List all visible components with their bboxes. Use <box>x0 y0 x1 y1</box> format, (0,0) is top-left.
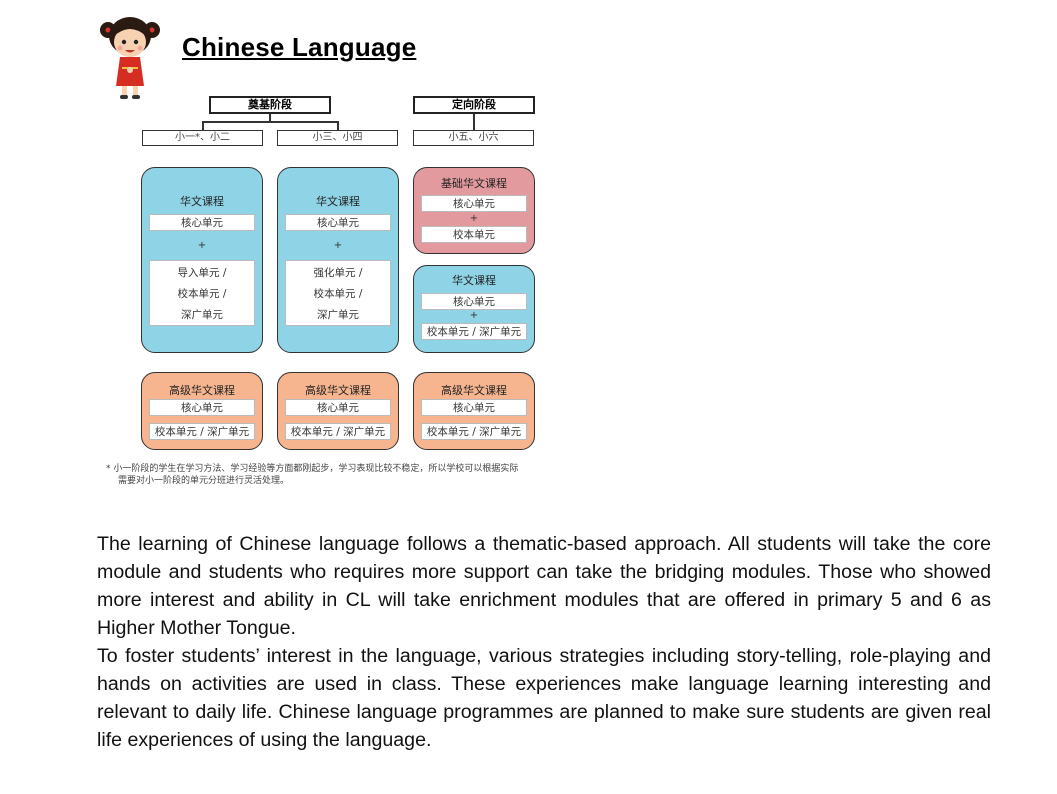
stage-orientation-header: 定向阶段 <box>413 96 535 114</box>
elective-modules-box: 导入单元 / 校本单元 / 深广单元 <box>149 260 255 326</box>
connector-line <box>473 114 475 130</box>
module-option: 深广单元 <box>317 309 359 321</box>
core-module-box: 核心单元 <box>285 214 391 231</box>
core-module-box: 核心单元 <box>421 399 527 416</box>
card-title: 基础华文课程 <box>441 177 507 190</box>
level-p3-p4: 小三、小四 <box>277 130 398 146</box>
card-title: 华文课程 <box>316 195 360 208</box>
connector-line <box>202 121 204 130</box>
paragraph: To foster students’ interest in the lang… <box>97 645 991 751</box>
card-title: 高级华文课程 <box>441 384 507 397</box>
core-module-box: 核心单元 <box>421 293 527 310</box>
core-module-box: 核心单元 <box>285 399 391 416</box>
core-module-box: 核心单元 <box>149 399 255 416</box>
plus-sign: + <box>469 310 479 321</box>
diagram-footnote: * 小一阶段的学生在学习方法、学习经验等方面都刚起步，学习表现比较不稳定，所以学… <box>106 463 518 487</box>
body-text: The learning of Chinese language follows… <box>97 530 991 754</box>
plus-sign: + <box>197 240 207 251</box>
school-depth-module-box: 校本单元 / 深广单元 <box>421 423 527 440</box>
plus-sign: + <box>469 213 479 224</box>
page-title: Chinese Language <box>182 32 417 62</box>
module-option: 校本单元 / <box>313 288 363 300</box>
card-title: 华文课程 <box>452 274 496 287</box>
level-p1-p2: 小一*、小二 <box>142 130 263 146</box>
module-option: 校本单元 / <box>177 288 227 300</box>
core-module-box: 核心单元 <box>421 195 527 212</box>
footnote-line: * 小一阶段的学生在学习方法、学习经验等方面都刚起步，学习表现比较不稳定，所以学… <box>106 464 519 474</box>
col1-chinese-course-card: 华文课程 核心单元 + 导入单元 / 校本单元 / 深广单元 <box>141 167 263 353</box>
connector-line <box>202 121 338 123</box>
module-option: 深广单元 <box>181 309 223 321</box>
school-depth-module-box: 校本单元 / 深广单元 <box>149 423 255 440</box>
col1-higher-chinese-card: 高级华文课程 核心单元 校本单元 / 深广单元 <box>141 372 263 450</box>
stage-foundation-header: 奠基阶段 <box>209 96 331 114</box>
chinese-girl-mascot-icon <box>100 17 160 99</box>
paragraph: The learning of Chinese language follows… <box>97 533 991 639</box>
col3-foundation-course-card: 基础华文课程 核心单元 + 校本单元 <box>413 167 535 254</box>
connector-line <box>337 121 339 130</box>
col3-chinese-course-card: 华文课程 核心单元 + 校本单元 / 深广单元 <box>413 265 535 353</box>
module-option: 导入单元 / <box>177 267 227 279</box>
elective-modules-box: 强化单元 / 校本单元 / 深广单元 <box>285 260 391 326</box>
card-title: 高级华文课程 <box>305 384 371 397</box>
footnote-line: 需要对小一阶段的单元分班进行灵活处理。 <box>118 476 290 486</box>
level-p5-p6: 小五、小六 <box>413 130 534 146</box>
card-title: 高级华文课程 <box>169 384 235 397</box>
card-title: 华文课程 <box>180 195 224 208</box>
col2-chinese-course-card: 华文课程 核心单元 + 强化单元 / 校本单元 / 深广单元 <box>277 167 399 353</box>
col3-higher-chinese-card: 高级华文课程 核心单元 校本单元 / 深广单元 <box>413 372 535 450</box>
school-depth-module-box: 校本单元 / 深广单元 <box>285 423 391 440</box>
module-option: 强化单元 / <box>313 267 363 279</box>
school-depth-module-box: 校本单元 / 深广单元 <box>421 323 527 340</box>
school-module-box: 校本单元 <box>421 226 527 243</box>
col2-higher-chinese-card: 高级华文课程 核心单元 校本单元 / 深广单元 <box>277 372 399 450</box>
plus-sign: + <box>333 240 343 251</box>
core-module-box: 核心单元 <box>149 214 255 231</box>
